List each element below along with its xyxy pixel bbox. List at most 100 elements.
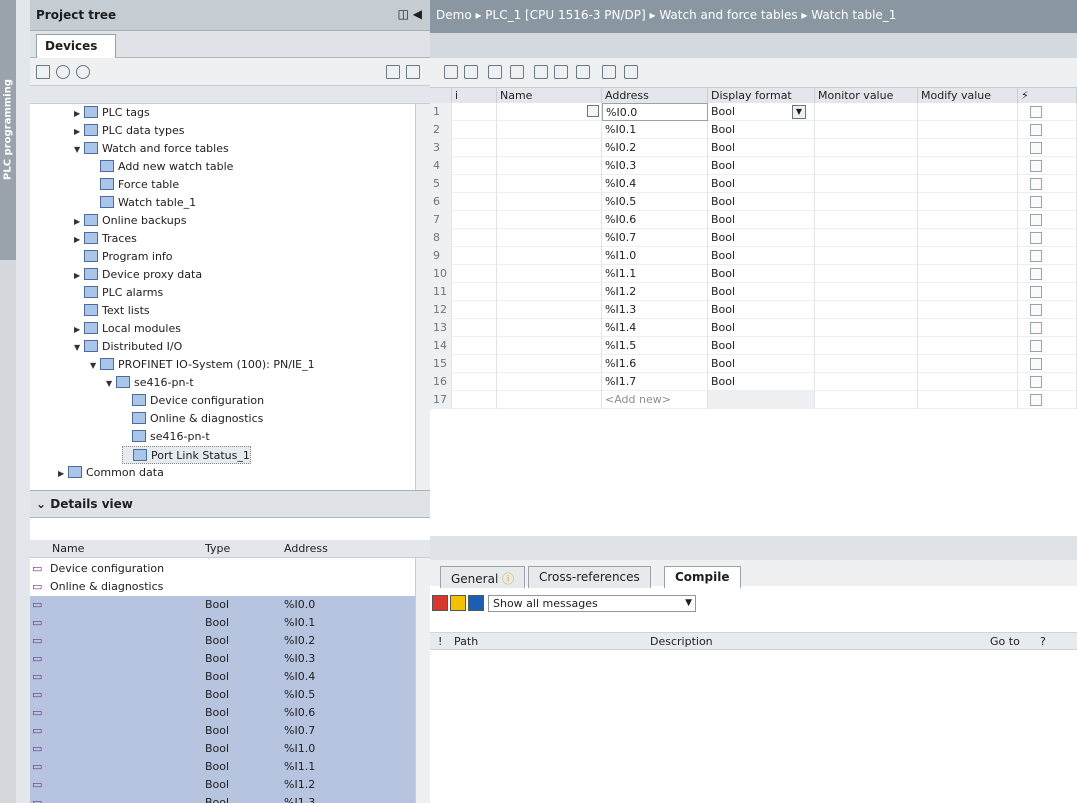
modify-checkbox[interactable] <box>1030 358 1042 370</box>
watch-table-row[interactable]: 5 %I0.4 Bool <box>430 175 1077 193</box>
tree-item[interactable]: ▼ PROFINET IO-System (100): PN/IE_1 <box>90 356 315 374</box>
row-modify-value[interactable] <box>918 175 1018 193</box>
row-modify-value[interactable] <box>918 229 1018 247</box>
row-display-format[interactable]: Bool <box>708 247 815 265</box>
row-name[interactable] <box>497 391 602 409</box>
expand-arrow-icon[interactable]: ▶ <box>74 105 84 123</box>
expand-arrow-icon[interactable]: ▶ <box>58 465 68 483</box>
row-address[interactable]: %I1.1 <box>602 265 708 283</box>
details-row[interactable]: ▭ Bool %I1.0 <box>30 740 415 758</box>
modify-checkbox[interactable] <box>1030 142 1042 154</box>
details-row[interactable]: ▭ Bool %I0.6 <box>30 704 415 722</box>
row-address[interactable]: %I0.3 <box>602 157 708 175</box>
devices-tab[interactable]: Devices <box>36 34 116 58</box>
row-display-format[interactable]: Bool <box>708 373 815 391</box>
row-modify-value[interactable] <box>918 265 1018 283</box>
details-row[interactable]: ▭ Bool %I0.2 <box>30 632 415 650</box>
msg-col-goto[interactable]: Go to <box>990 635 1020 648</box>
watch-table-row[interactable]: 14 %I1.5 Bool <box>430 337 1077 355</box>
tree-item[interactable]: ▶ Device proxy data <box>74 266 202 284</box>
insert-row-icon[interactable] <box>444 65 458 79</box>
row-address[interactable]: %I1.4 <box>602 319 708 337</box>
set-value-icon[interactable] <box>534 65 548 79</box>
msg-col-path[interactable]: Path <box>454 635 478 648</box>
row-name[interactable] <box>497 355 602 373</box>
modify-checkbox[interactable] <box>1030 376 1042 388</box>
row-address[interactable]: %I0.2 <box>602 139 708 157</box>
row-address[interactable]: %I0.0 <box>602 103 708 121</box>
watch-table-row[interactable]: 7 %I0.6 Bool <box>430 211 1077 229</box>
details-row[interactable]: ▭ Bool %I0.1 <box>30 614 415 632</box>
row-modify-value[interactable] <box>918 139 1018 157</box>
open-details-icon[interactable] <box>406 65 420 79</box>
watch-table-row[interactable]: 15 %I1.6 Bool <box>430 355 1077 373</box>
row-modify-value[interactable] <box>918 391 1018 409</box>
watch-col-header[interactable]: i <box>452 88 497 103</box>
monitor-icon[interactable] <box>488 65 502 79</box>
tree-item[interactable]: Text lists <box>74 302 150 320</box>
tree-item[interactable]: Add new watch table <box>90 158 233 176</box>
details-view-scrollbar[interactable] <box>415 558 430 803</box>
watch-col-header[interactable]: Address <box>602 88 708 103</box>
row-modify-value[interactable] <box>918 373 1018 391</box>
warning-filter-icon[interactable] <box>450 595 466 611</box>
row-display-format[interactable]: Bool <box>708 265 815 283</box>
row-address[interactable]: <Add new> <box>602 391 708 409</box>
modify-checkbox[interactable] <box>1030 160 1042 172</box>
modify-checkbox[interactable] <box>1030 340 1042 352</box>
tree-item[interactable]: PLC alarms <box>74 284 163 302</box>
row-modify-value[interactable] <box>918 211 1018 229</box>
row-address[interactable]: %I0.5 <box>602 193 708 211</box>
row-name[interactable] <box>497 283 602 301</box>
row-name[interactable] <box>497 229 602 247</box>
row-name[interactable] <box>497 193 602 211</box>
row-name[interactable] <box>497 139 602 157</box>
row-modify-value[interactable] <box>918 193 1018 211</box>
expand-arrow-icon[interactable]: ▼ <box>74 141 84 159</box>
row-address[interactable]: %I1.2 <box>602 283 708 301</box>
tree-item[interactable]: ▼ Distributed I/O <box>74 338 182 356</box>
details-row[interactable]: ▭ Bool %I0.4 <box>30 668 415 686</box>
tree-item[interactable]: Watch table_1 <box>90 194 196 212</box>
tab-cross-references[interactable]: Cross-references <box>528 566 651 588</box>
modify-checkbox[interactable] <box>1030 106 1042 118</box>
watch-table-row[interactable]: 4 %I0.3 Bool <box>430 157 1077 175</box>
row-modify-value[interactable] <box>918 355 1018 373</box>
details-row[interactable]: ▭ Bool %I0.7 <box>30 722 415 740</box>
plc-programming-vertical-tab[interactable]: PLC programming <box>0 0 16 260</box>
tree-item[interactable]: ▶ PLC data types <box>74 122 185 140</box>
tree-item[interactable]: ▶ Local modules <box>74 320 181 338</box>
watch-table-row[interactable]: 10 %I1.1 Bool <box>430 265 1077 283</box>
tree-item[interactable]: ▶ PLC tags <box>74 104 150 122</box>
watch-table-row[interactable]: 9 %I1.0 Bool <box>430 247 1077 265</box>
row-address[interactable]: %I0.4 <box>602 175 708 193</box>
forward-icon[interactable] <box>76 65 90 79</box>
expand-arrow-icon[interactable]: ▶ <box>74 213 84 231</box>
row-display-format[interactable]: Bool <box>708 157 815 175</box>
details-row[interactable]: ▭ Device configuration <box>30 560 415 578</box>
watch-col-header[interactable]: Display format <box>708 88 815 103</box>
watch-col-header[interactable] <box>430 88 452 103</box>
row-name[interactable] <box>497 211 602 229</box>
details-row[interactable]: ▭ Bool %I1.3 <box>30 794 415 803</box>
row-address[interactable]: %I0.6 <box>602 211 708 229</box>
error-filter-icon[interactable] <box>432 595 448 611</box>
project-tree-scrollbar[interactable] <box>415 104 430 490</box>
row-address[interactable]: %I1.3 <box>602 301 708 319</box>
details-view-header[interactable]: ⌄ Details view <box>30 490 430 518</box>
row-address[interactable]: %I0.1 <box>602 121 708 139</box>
add-row-icon[interactable] <box>464 65 478 79</box>
details-row[interactable]: ▭ Bool %I1.1 <box>30 758 415 776</box>
details-row[interactable]: ▭ Online & diagnostics <box>30 578 415 596</box>
watch-table-row[interactable]: 1 %I0.0 Bool <box>430 103 1077 121</box>
watch-table-row[interactable]: 8 %I0.7 Bool <box>430 229 1077 247</box>
set-value-alt-icon[interactable] <box>554 65 568 79</box>
row-modify-value[interactable] <box>918 319 1018 337</box>
modify-checkbox[interactable] <box>1030 322 1042 334</box>
row-display-format[interactable]: Bool <box>708 355 815 373</box>
modify-checkbox[interactable] <box>1030 124 1042 136</box>
tree-item[interactable]: Force table <box>90 176 179 194</box>
msg-col-severity[interactable]: ! <box>438 635 442 648</box>
details-col-name[interactable]: Name <box>52 542 84 555</box>
row-display-format[interactable]: Bool <box>708 301 815 319</box>
